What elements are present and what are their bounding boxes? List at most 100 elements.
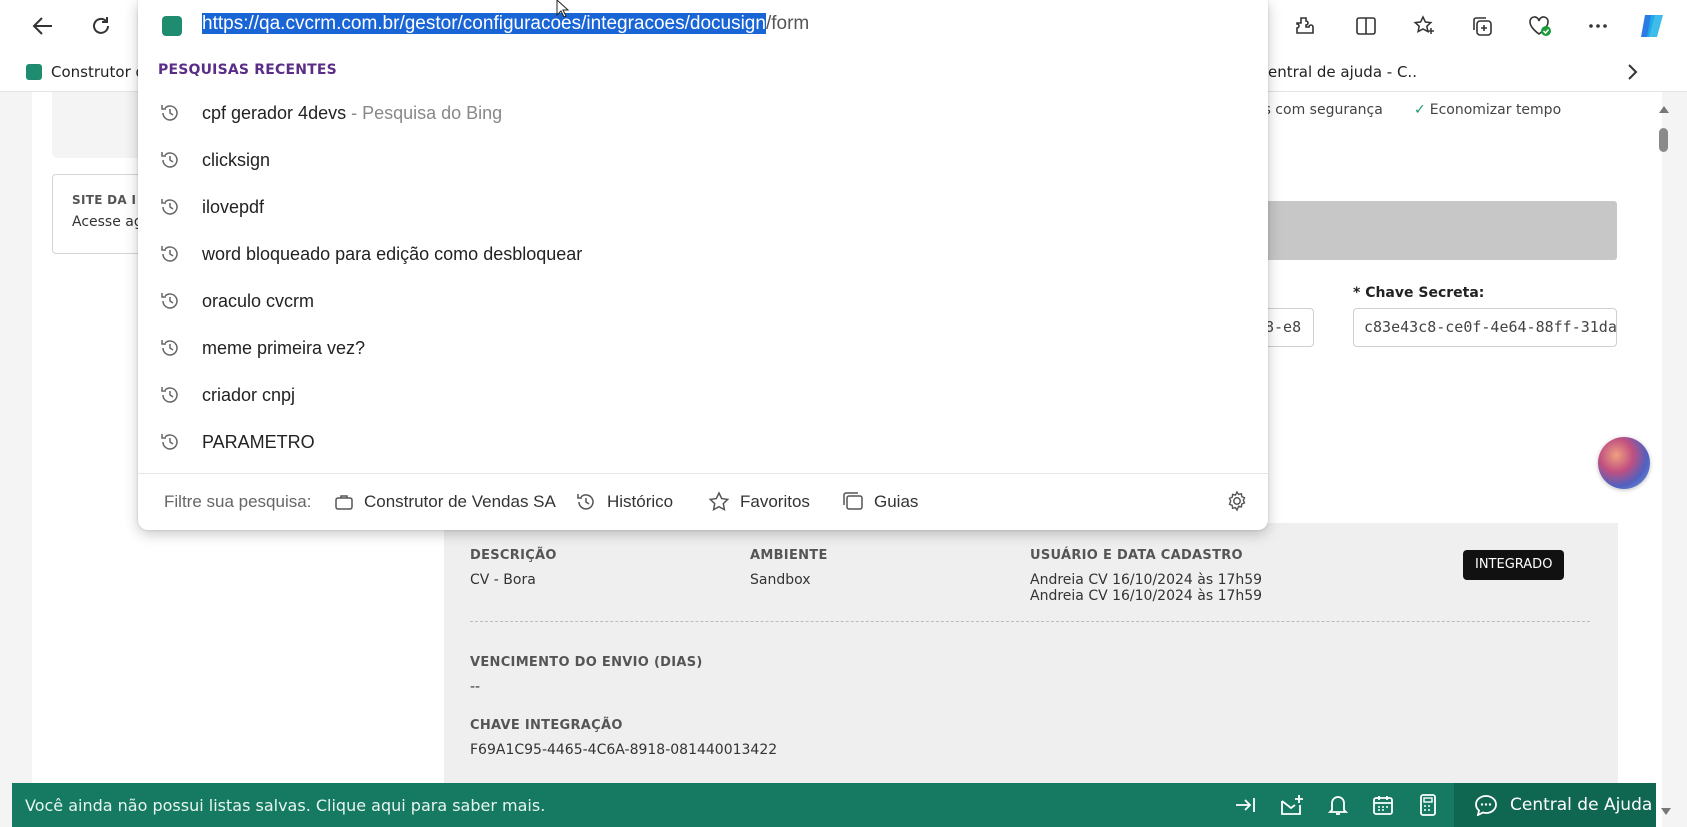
usuario-line-2: Andreia CV 16/10/2024 às 17h59 [1030, 588, 1263, 604]
calendar-icon[interactable] [1369, 791, 1397, 819]
suggestion-query: oraculo cvcrm [202, 290, 315, 311]
assistant-avatar[interactable] [1598, 437, 1650, 489]
saved-lists-bar[interactable]: Você ainda não possui listas salvas. Cli… [12, 783, 1656, 827]
suggestion-query: clicksign [202, 149, 271, 170]
suggestion-item[interactable]: PARAMETRO [138, 420, 1268, 464]
usuario-label: USUÁRIO E DATA CADASTRO [1030, 548, 1243, 563]
site-box-title: SITE DA I [72, 193, 137, 207]
history-icon [158, 336, 182, 360]
check-icon: ✓ [1414, 102, 1426, 118]
filter-label: Filtre sua pesquisa: [164, 492, 312, 511]
favorites-icon[interactable] [1406, 8, 1442, 44]
bell-icon[interactable] [1324, 791, 1352, 819]
suggestion-text: ilovepdf [202, 197, 264, 218]
usuario-line-1: Andreia CV 16/10/2024 às 17h59 [1030, 572, 1263, 588]
history-icon [158, 195, 182, 219]
divider [470, 621, 1590, 622]
calculator-icon[interactable] [1414, 791, 1442, 819]
browser-essentials-icon[interactable] [1522, 8, 1558, 44]
suggestion-text: criador cnpj [202, 385, 295, 406]
address-input[interactable]: https://qa.cvcrm.com.br/gestor/configura… [202, 13, 809, 35]
url-selected-text: https://qa.cvcrm.com.br/gestor/configura… [202, 13, 766, 34]
history-icon [158, 101, 182, 125]
secret-key-input[interactable]: c83e43c8-ce0f-4e64-88ff-31da [1353, 308, 1617, 347]
cv-favicon-icon [26, 64, 42, 80]
more-icon[interactable] [1580, 8, 1616, 44]
collections-icon[interactable] [1464, 8, 1500, 44]
history-icon [577, 494, 594, 510]
suggestion-query: cpf gerador 4devs [202, 102, 347, 123]
copilot-icon[interactable] [1634, 8, 1670, 44]
filter-guias[interactable]: Guias [842, 488, 918, 516]
suggestion-text: oraculo cvcrm [202, 291, 314, 312]
bookmark-central-ajuda[interactable]: entral de ajuda - C... [1268, 61, 1418, 83]
refresh-icon[interactable] [83, 8, 119, 44]
bookmark-label: Construtor d [51, 63, 138, 81]
site-favicon-icon [162, 16, 182, 36]
suggestion-item[interactable]: criador cnpj [138, 373, 1268, 417]
chat-icon [1475, 795, 1497, 816]
check-item-save-time: ✓ Economizar tempo [1414, 102, 1562, 118]
chevron-right-icon[interactable] [1625, 61, 1645, 83]
vencimento-label: VENCIMENTO DO ENVIO (DIAS) [470, 655, 703, 670]
saved-lists-message[interactable]: Você ainda não possui listas salvas. Cli… [25, 796, 545, 815]
back-icon[interactable] [25, 8, 61, 44]
briefcase-icon [335, 495, 353, 510]
url-rest-text: /form [765, 13, 810, 34]
chave-label: CHAVE INTEGRAÇÃO [470, 718, 623, 733]
suggestion-item[interactable]: word bloqueado para edição como desbloqu… [138, 232, 1268, 276]
extensions-icon[interactable] [1286, 8, 1322, 44]
history-icon [158, 430, 182, 454]
gray-banner [1240, 201, 1617, 260]
bookmark-label: entral de ajuda - C... [1268, 63, 1418, 81]
filter-construtor[interactable]: Construtor de Vendas SA [334, 488, 556, 516]
secret-key-label: * Chave Secreta: [1353, 285, 1485, 301]
split-screen-icon[interactable] [1348, 8, 1384, 44]
chave-value: F69A1C95-4465-4C6A-8918-081440013422 [470, 742, 778, 758]
ambiente-value: Sandbox [750, 572, 811, 588]
scroll-thumb[interactable] [1659, 128, 1668, 152]
check-item-security: os com segurança [1255, 102, 1383, 118]
scroll-up-icon[interactable] [1659, 106, 1669, 113]
descricao-value: CV - Bora [470, 572, 536, 588]
suggestion-text: cpf gerador 4devs - Pesquisa do Bing [202, 103, 502, 124]
star-icon [708, 491, 730, 511]
expand-icon[interactable] [1232, 791, 1260, 819]
address-bar[interactable]: https://qa.cvcrm.com.br/gestor/configura… [138, 0, 1268, 52]
suggestion-item[interactable]: ilovepdf [138, 185, 1268, 229]
search-filter-row: Filtre sua pesquisa: Construtor de Venda… [138, 473, 1268, 530]
suggestion-item[interactable]: cpf gerador 4devs - Pesquisa do Bing [138, 91, 1268, 135]
recent-searches-header: PESQUISAS RECENTES [158, 62, 337, 78]
history-icon [158, 383, 182, 407]
suggestion-text: clicksign [202, 150, 270, 171]
integration-detail-card: DESCRIÇÃO CV - Bora AMBIENTE Sandbox USU… [444, 523, 1618, 827]
address-bar-dropdown: https://qa.cvcrm.com.br/gestor/configura… [138, 0, 1268, 530]
help-center-button[interactable]: Central de Ajuda [1454, 783, 1656, 827]
status-badge: INTEGRADO [1463, 550, 1565, 580]
suggestion-item[interactable]: clicksign [138, 138, 1268, 182]
suggestion-text: word bloqueado para edição como desbloqu… [202, 244, 582, 265]
suggestion-query: ilovepdf [202, 196, 265, 217]
descricao-label: DESCRIÇÃO [470, 548, 557, 563]
history-icon [158, 242, 182, 266]
mail-icon[interactable] [1278, 791, 1306, 819]
history-icon [158, 289, 182, 313]
filter-historico[interactable]: Histórico [575, 488, 673, 516]
suggestion-source: - Pesquisa do Bing [346, 102, 503, 123]
ambiente-label: AMBIENTE [750, 548, 828, 563]
suggestion-text: PARAMETRO [202, 432, 315, 453]
suggestion-query: criador cnpj [202, 384, 296, 405]
suggestion-item[interactable]: meme primeira vez? [138, 326, 1268, 370]
mouse-cursor-icon [556, 0, 570, 18]
gear-icon[interactable] [1226, 490, 1248, 516]
page-scrollbar[interactable] [1656, 92, 1671, 827]
suggestion-query: meme primeira vez? [202, 337, 366, 358]
scroll-down-icon[interactable] [1661, 808, 1671, 815]
filter-favoritos[interactable]: Favoritos [708, 488, 810, 516]
help-center-label: Central de Ajuda [1510, 795, 1653, 815]
bookmark-construtor[interactable]: Construtor d [26, 61, 138, 83]
site-box-text: Acesse ag [72, 214, 143, 230]
suggestion-query: word bloqueado para edição como desbloqu… [202, 243, 583, 264]
tabs-icon [843, 492, 863, 510]
suggestion-item[interactable]: oraculo cvcrm [138, 279, 1268, 323]
